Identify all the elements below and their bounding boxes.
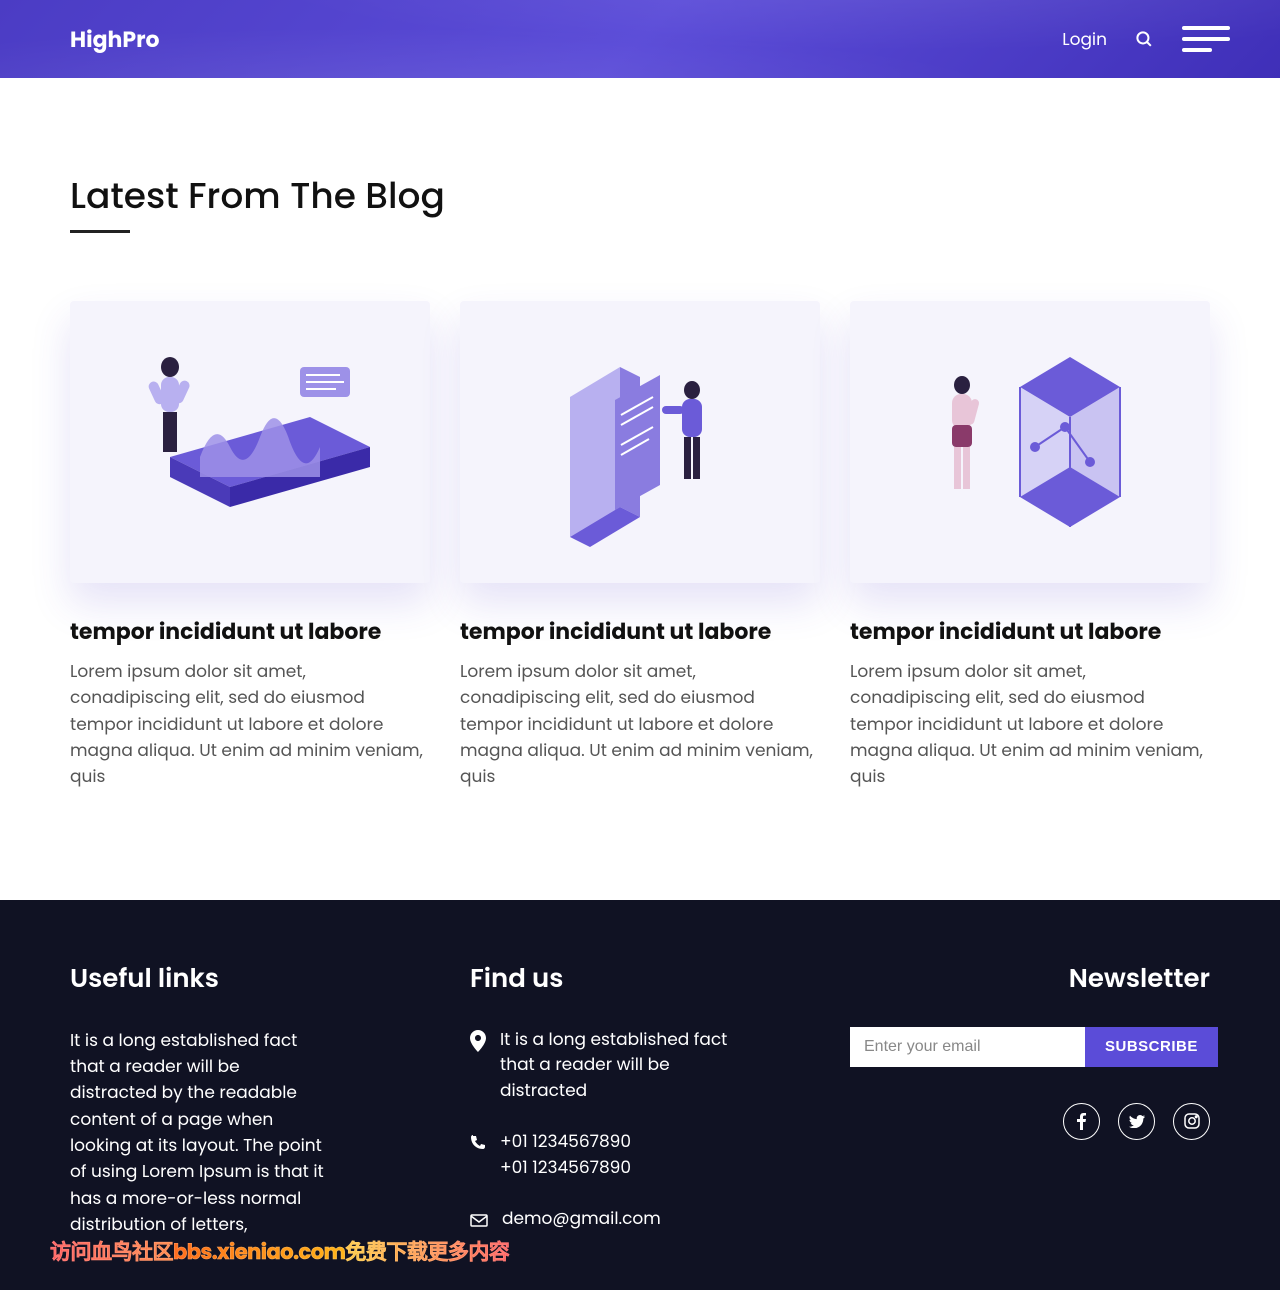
blog-card-title[interactable]: tempor incididunt ut labore	[460, 615, 820, 648]
blog-card: tempor incididunt ut labore Lorem ipsum …	[850, 301, 1210, 790]
blog-card-title[interactable]: tempor incididunt ut labore	[850, 615, 1210, 648]
blog-image[interactable]	[70, 301, 430, 583]
search-icon	[1135, 30, 1154, 49]
footer-useful-text: It is a long established fact that a rea…	[70, 1027, 330, 1238]
newsletter-email-input[interactable]	[850, 1027, 1085, 1067]
header-right: Login	[1062, 26, 1230, 52]
blog-card-text: Lorem ipsum dolor sit amet, conadipiscin…	[850, 658, 1210, 790]
email-item: demo@gmail.com	[470, 1206, 730, 1234]
illustration-box-icon	[880, 327, 1180, 557]
facebook-link[interactable]	[1063, 1103, 1100, 1140]
phone-number[interactable]: +01 1234567890	[500, 1155, 631, 1181]
social-links	[1063, 1103, 1210, 1140]
menu-bar-icon	[1182, 48, 1212, 52]
blog-card: tempor incididunt ut labore Lorem ipsum …	[70, 301, 430, 790]
footer-col-title: Find us	[470, 960, 730, 999]
section-heading: Latest From The Blog	[70, 168, 445, 223]
phone-item: +01 1234567890 +01 1234567890	[470, 1129, 730, 1180]
phone-icon	[470, 1132, 486, 1157]
footer-col-title: Newsletter	[1069, 960, 1210, 999]
facebook-icon	[1077, 1113, 1086, 1130]
blog-image[interactable]	[850, 301, 1210, 583]
blog-card-text: Lorem ipsum dolor sit amet, conadipiscin…	[460, 658, 820, 790]
footer-newsletter: Newsletter SUBSCRIBE	[850, 960, 1210, 1261]
footer-col-title: Useful links	[70, 960, 330, 999]
twitter-icon	[1129, 1115, 1145, 1128]
brand-logo[interactable]: HighPro	[70, 23, 160, 56]
blog-section: Latest From The Blog	[0, 78, 1280, 900]
search-button[interactable]	[1135, 30, 1154, 49]
blog-card-title[interactable]: tempor incididunt ut labore	[70, 615, 430, 648]
email-text[interactable]: demo@gmail.com	[502, 1206, 661, 1232]
menu-button[interactable]	[1182, 26, 1230, 52]
login-link[interactable]: Login	[1062, 26, 1107, 52]
phone-number[interactable]: +01 1234567890	[500, 1129, 631, 1155]
illustration-chart-icon	[100, 327, 400, 557]
blog-card-text: Lorem ipsum dolor sit amet, conadipiscin…	[70, 658, 430, 790]
blog-grid: tempor incididunt ut labore Lorem ipsum …	[70, 301, 1210, 790]
email-icon	[470, 1209, 488, 1234]
location-icon	[470, 1030, 486, 1059]
footer-find-us: Find us It is a long established fact th…	[470, 960, 730, 1261]
watermark-text: 访问血鸟社区bbs.xieniao.com免费下载更多内容	[50, 1236, 509, 1268]
blog-image[interactable]	[460, 301, 820, 583]
footer-grid: Useful links It is a long established fa…	[70, 960, 1210, 1261]
phone-numbers: +01 1234567890 +01 1234567890	[500, 1129, 631, 1180]
newsletter-form: SUBSCRIBE	[850, 1027, 1210, 1067]
header: HighPro Login	[0, 0, 1280, 78]
blog-card: tempor incididunt ut labore Lorem ipsum …	[460, 301, 820, 790]
menu-bar-icon	[1182, 26, 1230, 30]
footer-useful-links: Useful links It is a long established fa…	[70, 960, 330, 1261]
instagram-icon	[1184, 1113, 1200, 1129]
address-item: It is a long established fact that a rea…	[470, 1027, 730, 1104]
footer: Useful links It is a long established fa…	[0, 900, 1280, 1290]
subscribe-button[interactable]: SUBSCRIBE	[1085, 1027, 1218, 1067]
illustration-phone-icon	[490, 327, 790, 557]
menu-bar-icon	[1182, 37, 1230, 41]
instagram-link[interactable]	[1173, 1103, 1210, 1140]
address-text: It is a long established fact that a rea…	[500, 1027, 730, 1104]
twitter-link[interactable]	[1118, 1103, 1155, 1140]
